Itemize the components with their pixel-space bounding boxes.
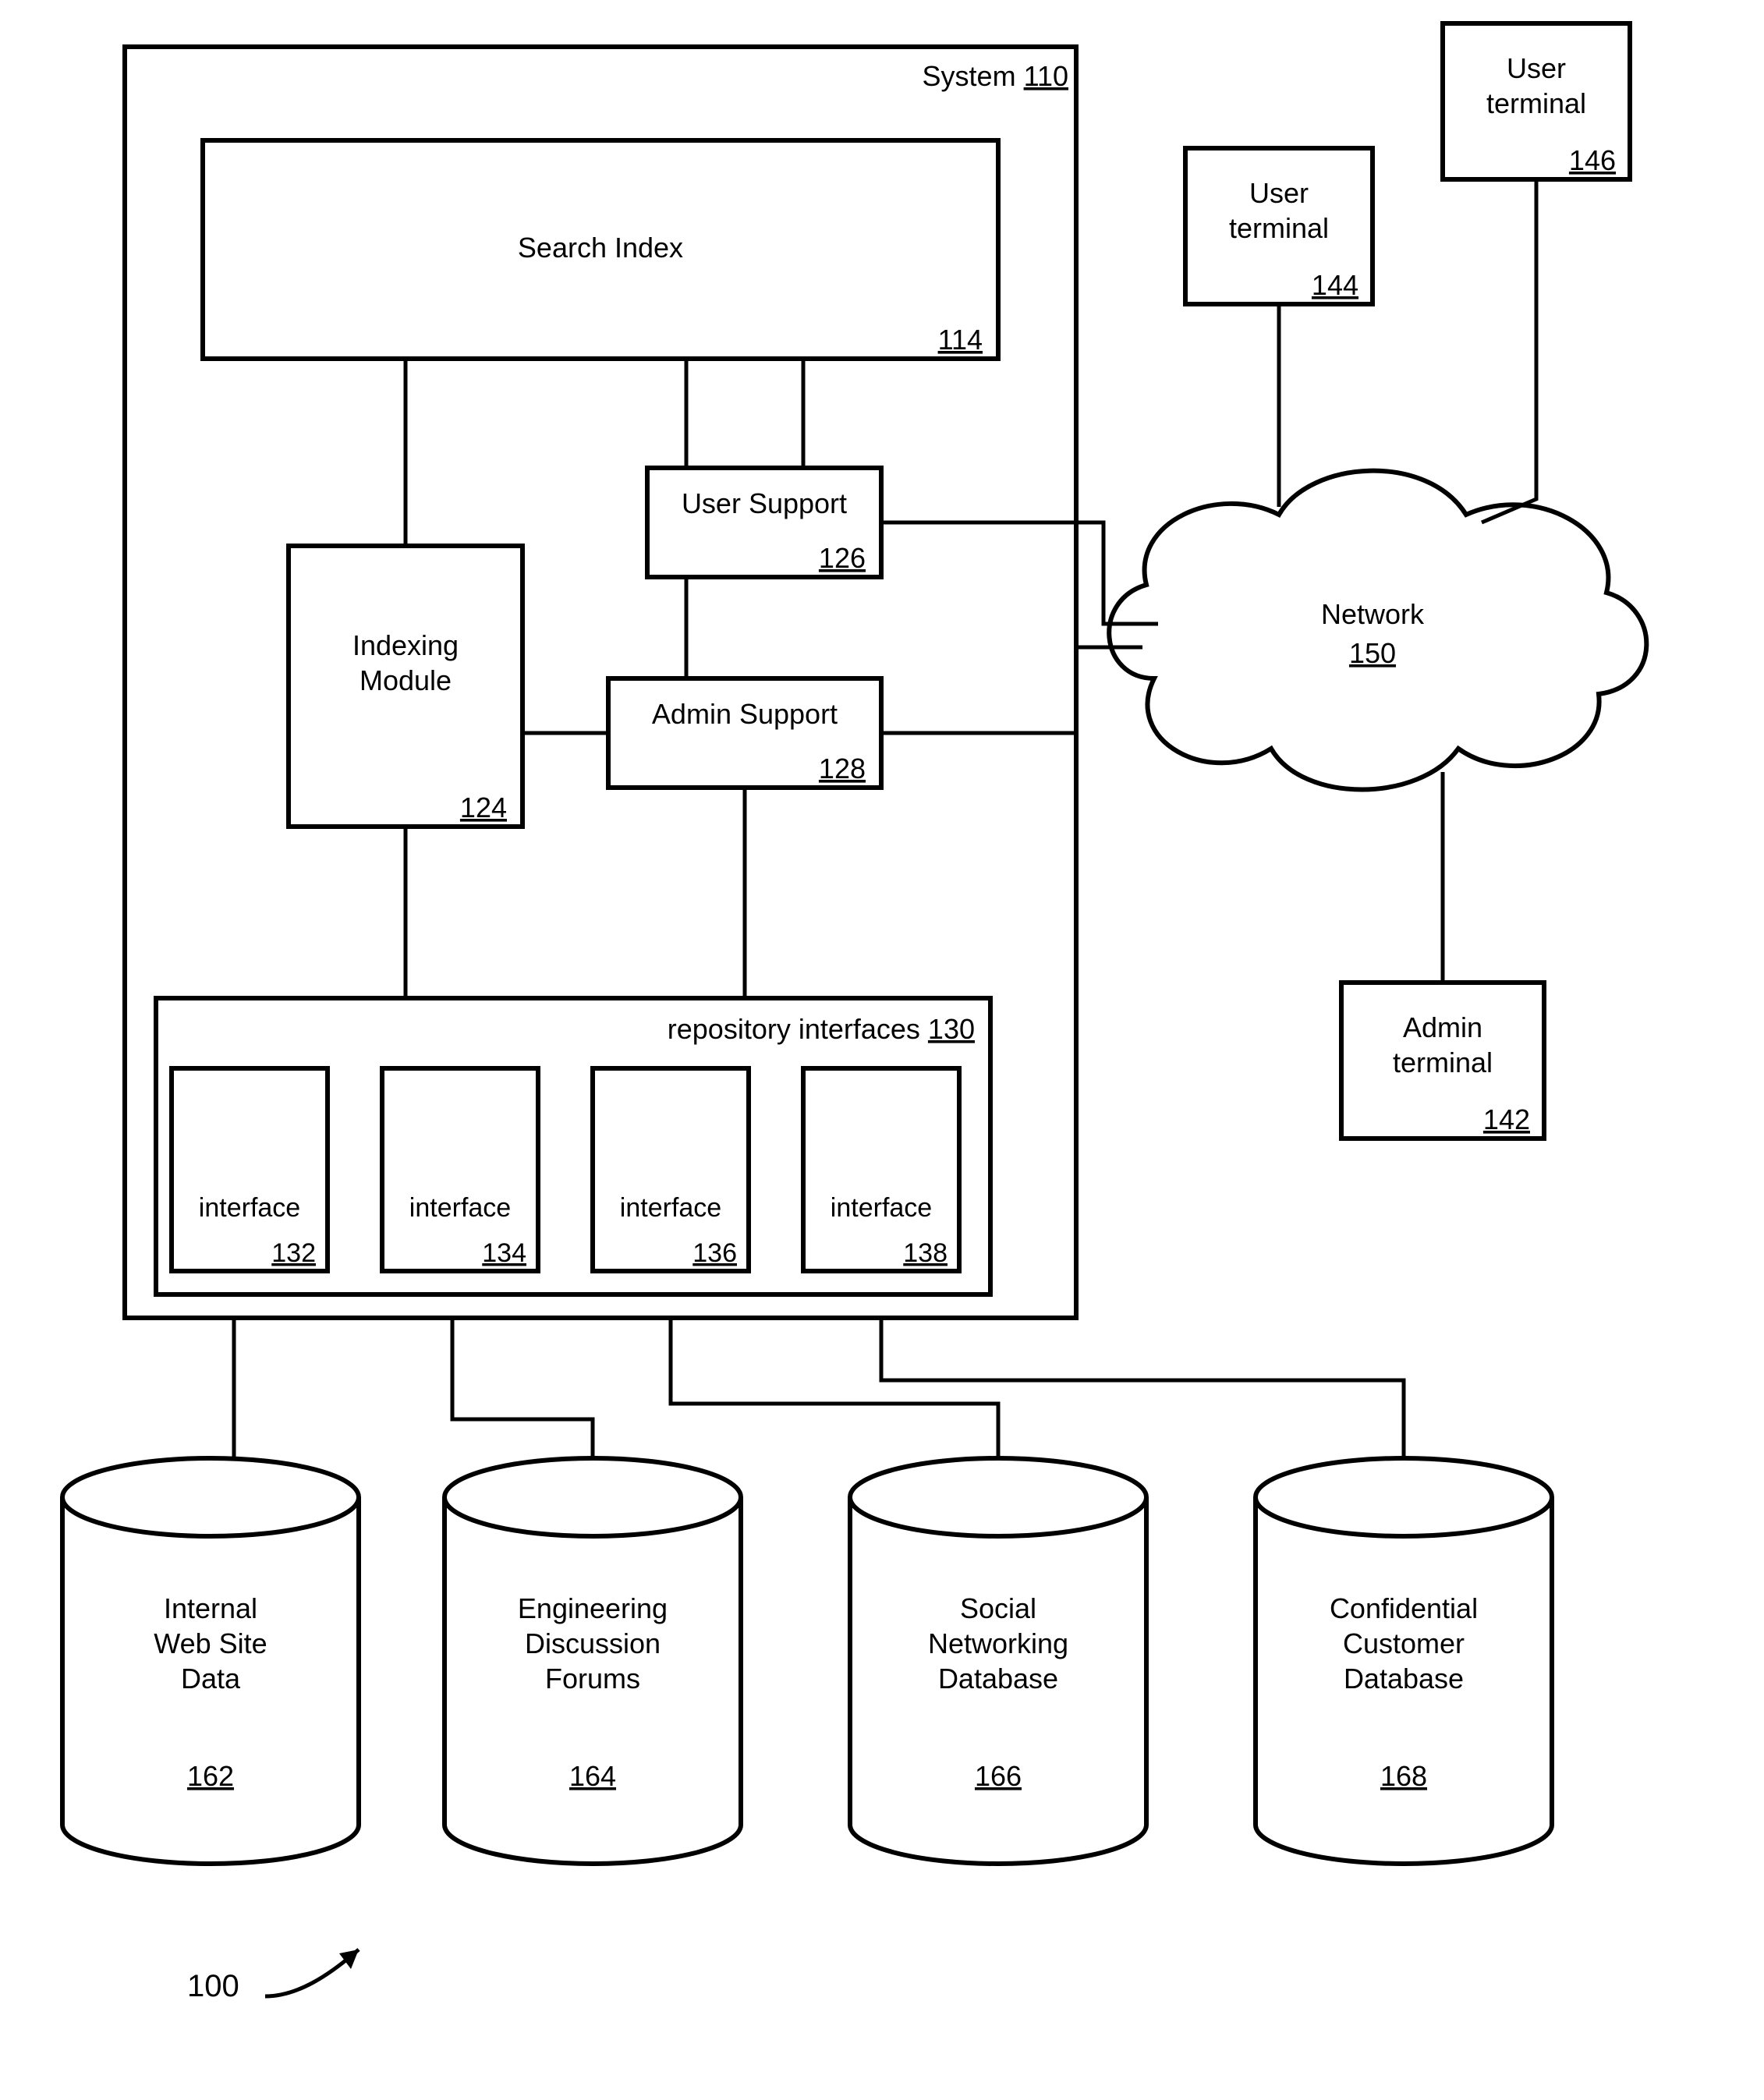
cyl-166-l2: Networking	[928, 1627, 1068, 1659]
user-terminal-146-ref: 146	[1569, 144, 1616, 176]
user-terminal-146-l2: terminal	[1486, 87, 1586, 119]
repo-interfaces-label: repository interfaces	[668, 1013, 920, 1045]
cyl-166-l3: Database	[938, 1663, 1058, 1695]
cyl-168-l1: Confidential	[1330, 1592, 1478, 1624]
admin-support-ref: 128	[819, 753, 866, 784]
interface-134-label: interface	[409, 1193, 511, 1223]
interface-132-label: interface	[199, 1193, 300, 1223]
interface-132-box: interface 132	[172, 1068, 328, 1271]
user-support-box: User Support 126	[647, 468, 881, 577]
connectors	[234, 179, 1536, 1458]
interface-134-box: interface 134	[382, 1068, 538, 1271]
network-label: Network	[1321, 598, 1425, 630]
user-support-label: User Support	[682, 487, 847, 519]
user-terminal-144-l2: terminal	[1229, 212, 1329, 244]
cylinder-168: Confidential Customer Database 168	[1256, 1458, 1552, 1864]
svg-text:System 110: System 110	[923, 60, 1068, 92]
network-cloud: Network 150	[1109, 471, 1646, 790]
interface-136-label: interface	[620, 1193, 721, 1223]
cyl-162-ref: 162	[187, 1760, 234, 1792]
user-terminal-144-box: User terminal 144	[1185, 148, 1373, 304]
admin-terminal-l2: terminal	[1393, 1046, 1493, 1078]
cyl-164-l3: Forums	[545, 1663, 640, 1695]
interface-136-ref: 136	[692, 1238, 737, 1268]
cyl-166-ref: 166	[975, 1760, 1022, 1792]
interface-134-ref: 134	[482, 1238, 526, 1268]
cyl-168-l2: Customer	[1343, 1627, 1465, 1659]
cyl-164-l2: Discussion	[525, 1627, 661, 1659]
cyl-168-l3: Database	[1344, 1663, 1464, 1695]
indexing-module-label2: Module	[360, 664, 452, 696]
indexing-module-box: Indexing Module 124	[289, 546, 522, 827]
interface-138-box: interface 138	[803, 1068, 959, 1271]
cyl-162-l1: Internal	[164, 1592, 257, 1624]
indexing-module-label1: Indexing	[352, 629, 459, 661]
cyl-162-l2: Web Site	[154, 1627, 267, 1659]
cylinder-162: Internal Web Site Data 162	[62, 1458, 359, 1864]
cyl-162-l3: Data	[181, 1663, 241, 1695]
admin-terminal-ref: 142	[1483, 1103, 1530, 1135]
user-terminal-146-l1: User	[1507, 52, 1566, 84]
cylinder-164: Engineering Discussion Forums 164	[445, 1458, 741, 1864]
network-ref: 150	[1349, 637, 1396, 669]
interface-132-ref: 132	[271, 1238, 316, 1268]
indexing-module-ref: 124	[460, 791, 507, 823]
interface-138-ref: 138	[903, 1238, 948, 1268]
search-index-box: Search Index 114	[203, 140, 998, 359]
system-ref: 110	[1024, 60, 1068, 92]
admin-terminal-l1: Admin	[1403, 1011, 1482, 1043]
admin-terminal-box: Admin terminal 142	[1341, 983, 1544, 1139]
user-terminal-144-l1: User	[1249, 177, 1309, 209]
interface-136-box: interface 136	[593, 1068, 749, 1271]
cyl-164-ref: 164	[569, 1760, 616, 1792]
user-terminal-146-box: User terminal 146	[1443, 23, 1630, 179]
figure-ref: 100	[187, 1969, 239, 2003]
search-index-label: Search Index	[518, 232, 683, 264]
repo-interfaces-ref: 130	[928, 1013, 975, 1045]
user-support-ref: 126	[819, 542, 866, 574]
search-index-ref: 114	[938, 324, 983, 356]
cyl-166-l1: Social	[960, 1592, 1036, 1624]
user-terminal-144-ref: 144	[1312, 269, 1358, 301]
admin-support-label: Admin Support	[652, 698, 838, 730]
cyl-168-ref: 168	[1380, 1760, 1427, 1792]
system-label: System	[923, 60, 1016, 92]
svg-text:repository interfaces: repository interfaces 130	[668, 1013, 975, 1045]
cyl-164-l1: Engineering	[518, 1592, 668, 1624]
figure-number: 100	[187, 1949, 359, 2003]
interface-138-label: interface	[831, 1193, 932, 1223]
cylinder-166: Social Networking Database 166	[850, 1458, 1146, 1864]
admin-support-box: Admin Support 128	[608, 678, 881, 788]
